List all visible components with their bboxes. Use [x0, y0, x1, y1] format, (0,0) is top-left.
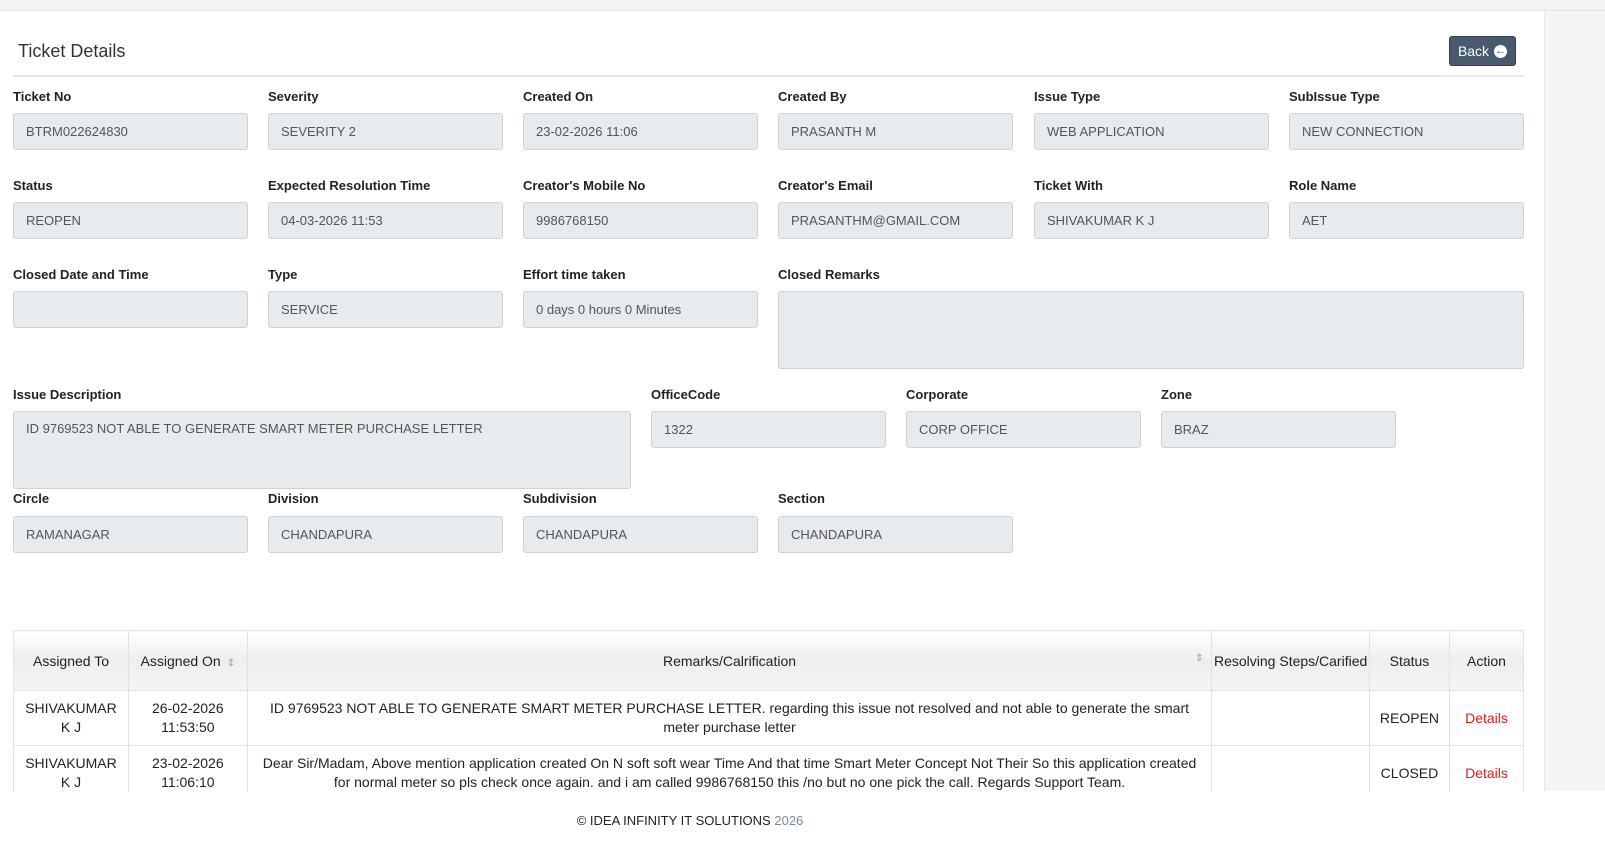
section-label: Section	[778, 491, 825, 506]
back-button[interactable]: Back ←	[1449, 36, 1516, 66]
expected-resolution-field[interactable]: 04-03-2026 11:53	[268, 202, 503, 239]
footer: © IDEA INFINITY IT SOLUTIONS 2026	[576, 813, 804, 828]
closed-remarks-field[interactable]	[778, 291, 1524, 369]
effort-label: Effort time taken	[523, 267, 626, 282]
circle-field[interactable]: RAMANAGAR	[13, 516, 248, 553]
email-label: Creator's Email	[778, 178, 873, 193]
divider	[13, 75, 1524, 77]
created-on-label: Created On	[523, 89, 594, 104]
col-remarks[interactable]: Remarks/Calrification ⇕	[246, 630, 1213, 691]
col-resolving-steps: Resolving Steps/Carified	[1211, 630, 1370, 691]
back-label: Back	[1457, 43, 1490, 59]
severity-field[interactable]: SEVERITY 2	[268, 113, 503, 150]
effort-field[interactable]: 0 days 0 hours 0 Minutes	[523, 291, 758, 328]
corporate-label: Corporate	[906, 387, 969, 402]
arrow-left-circle-icon: ←	[1494, 44, 1508, 58]
email-field[interactable]: PRASANTHM@GMAIL.COM	[778, 202, 1013, 239]
closed-date-field[interactable]	[13, 291, 248, 328]
details-link[interactable]: Details	[1465, 765, 1508, 781]
created-by-label: Created By	[778, 89, 847, 104]
corporate-field[interactable]: CORP OFFICE	[906, 411, 1141, 448]
col-assigned-on[interactable]: Assigned On ⇕	[127, 630, 248, 691]
closed-date-label: Closed Date and Time	[13, 267, 149, 282]
ticket-no-label: Ticket No	[13, 89, 72, 104]
ticket-no-field[interactable]: BTRM022624830	[13, 113, 248, 150]
issue-type-field[interactable]: WEB APPLICATION	[1034, 113, 1269, 150]
status-label: Status	[13, 178, 53, 193]
status: REOPEN	[1368, 690, 1451, 746]
assigned-on: 26-02-2026 11:53:50	[127, 690, 248, 746]
severity-label: Severity	[268, 89, 319, 104]
issue-description-label: Issue Description	[13, 387, 122, 402]
remarks: ID 9769523 NOT ABLE TO GENERATE SMART ME…	[246, 690, 1213, 746]
division-field[interactable]: CHANDAPURA	[268, 516, 503, 553]
subdivision-field[interactable]: CHANDAPURA	[523, 516, 758, 553]
page-title: Ticket Details	[18, 41, 126, 61]
office-code-field[interactable]: 1322	[651, 411, 886, 448]
circle-label: Circle	[13, 491, 50, 506]
subdivision-label: Subdivision	[523, 491, 597, 506]
mobile-label: Creator's Mobile No	[523, 178, 646, 193]
col-assigned-to: Assigned To	[13, 630, 129, 691]
created-by-field[interactable]: PRASANTH M	[778, 113, 1013, 150]
role-name-label: Role Name	[1289, 178, 1357, 193]
closed-remarks-label: Closed Remarks	[778, 267, 880, 282]
col-status: Status	[1368, 630, 1451, 691]
mobile-field[interactable]: 9986768150	[523, 202, 758, 239]
office-code-label: OfficeCode	[651, 387, 721, 402]
created-on-field[interactable]: 23-02-2026 11:06	[523, 113, 758, 150]
expected-resolution-label: Expected Resolution Time	[268, 178, 431, 193]
top-bar	[0, 0, 1605, 11]
ticket-with-label: Ticket With	[1034, 178, 1103, 193]
sort-icon[interactable]: ⇕	[1195, 653, 1203, 664]
zone-field[interactable]: BRAZ	[1161, 411, 1396, 448]
ticket-with-field[interactable]: SHIVAKUMAR K J	[1034, 202, 1269, 239]
subissue-type-label: SubIssue Type	[1289, 89, 1380, 104]
page-background	[1544, 11, 1605, 791]
zone-label: Zone	[1161, 387, 1193, 402]
type-label: Type	[268, 267, 298, 282]
resolving-steps	[1211, 690, 1370, 746]
assignment-history-table: Assigned To Assigned On ⇕ Remarks/Calrifi…	[13, 630, 1524, 801]
issue-description-field[interactable]: ID 9769523 NOT ABLE TO GENERATE SMART ME…	[13, 411, 631, 489]
table-row: SHIVAKUMAR K J 26-02-2026 11:53:50 ID 97…	[13, 690, 1524, 746]
issue-type-label: Issue Type	[1034, 89, 1101, 104]
division-label: Division	[268, 491, 319, 506]
status-field[interactable]: REOPEN	[13, 202, 248, 239]
assigned-to: SHIVAKUMAR K J	[13, 690, 129, 746]
details-link[interactable]: Details	[1465, 710, 1508, 726]
sort-icon[interactable]: ⇕	[227, 658, 235, 669]
subissue-type-field[interactable]: NEW CONNECTION	[1289, 113, 1524, 150]
section-field[interactable]: CHANDAPURA	[778, 516, 1013, 553]
type-field[interactable]: SERVICE	[268, 291, 503, 328]
col-action: Action	[1449, 630, 1524, 691]
role-name-field[interactable]: AET	[1289, 202, 1524, 239]
